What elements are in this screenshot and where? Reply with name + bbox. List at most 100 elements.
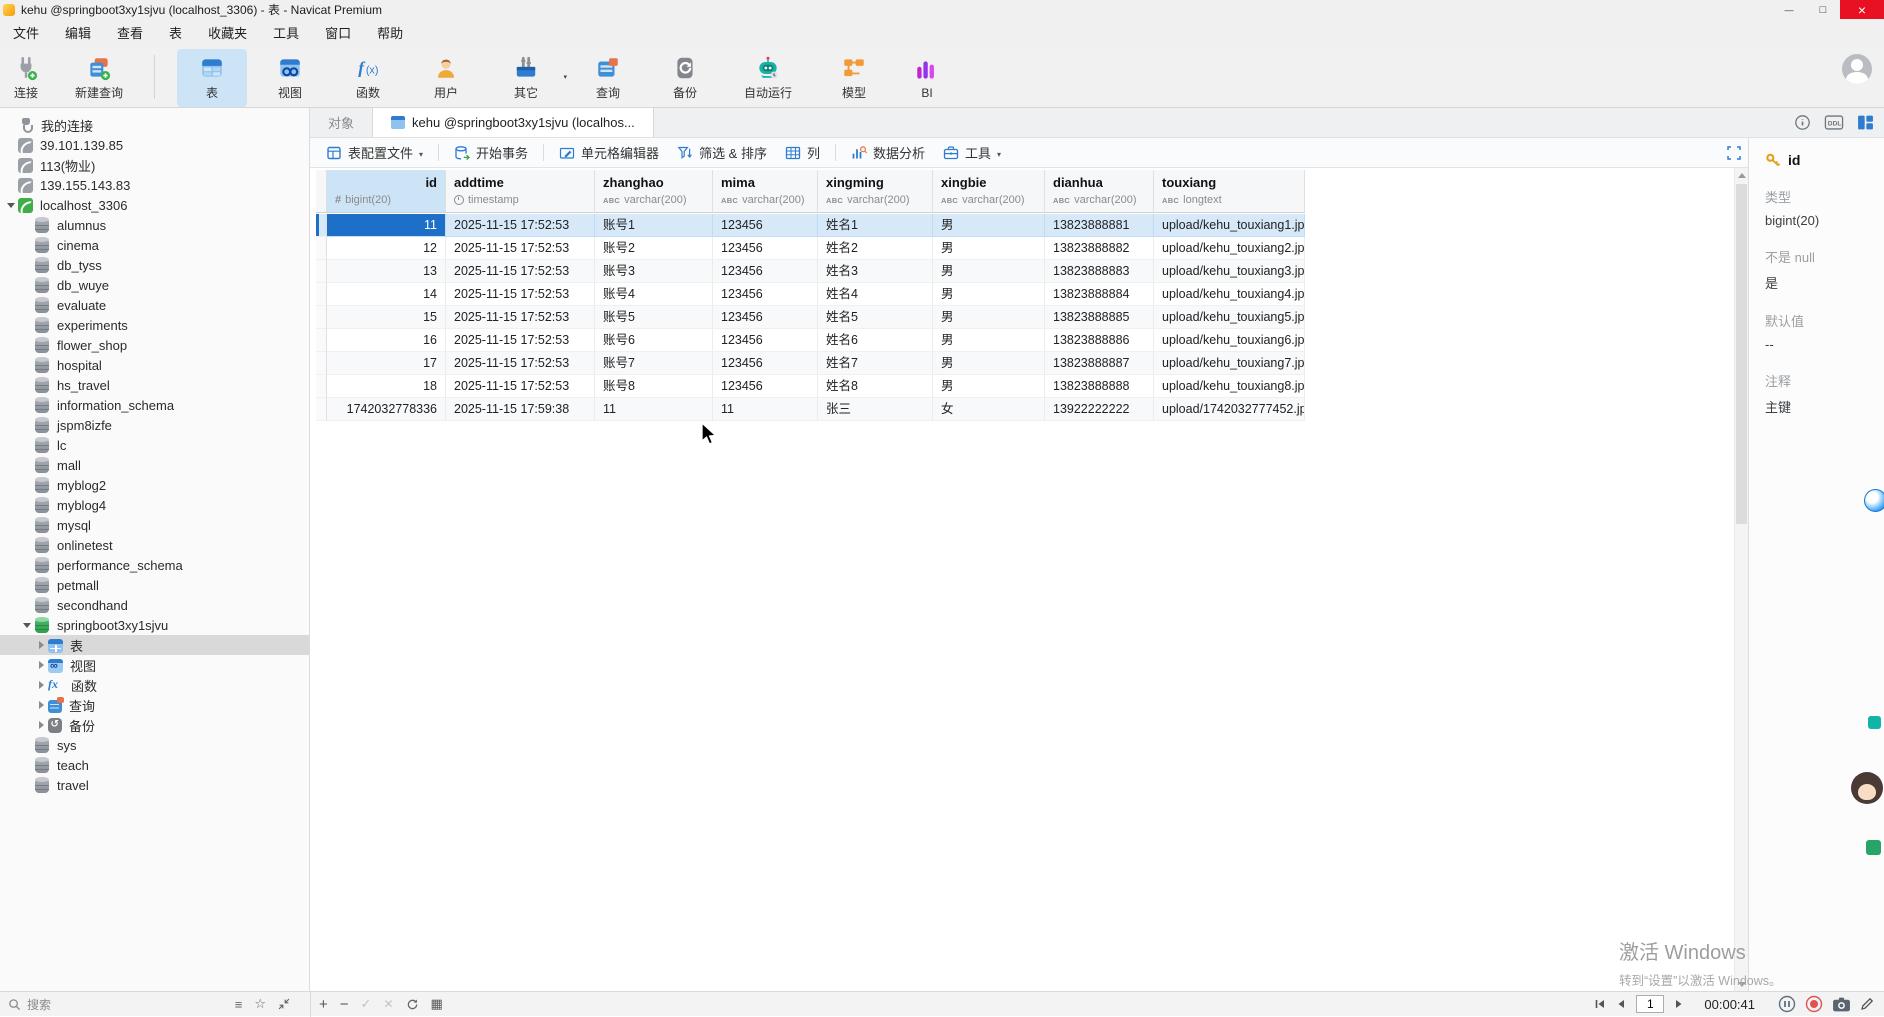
- cell-xingbie[interactable]: 男: [933, 352, 1045, 375]
- sidebar-item-database[interactable]: mysql: [0, 515, 309, 535]
- row-gutter[interactable]: [316, 375, 327, 398]
- others-button[interactable]: 其它 ▾: [489, 49, 563, 107]
- pause-icon[interactable]: [1778, 995, 1796, 1013]
- assistant-avatar[interactable]: [1851, 772, 1883, 804]
- row-gutter[interactable]: [316, 260, 327, 283]
- tables-button[interactable]: 表: [177, 49, 247, 107]
- cell-mima[interactable]: 123456: [713, 214, 818, 237]
- menu-edit[interactable]: 编辑: [52, 23, 104, 42]
- backup-button[interactable]: 备份: [651, 49, 719, 107]
- cell-xingbie[interactable]: 男: [933, 329, 1045, 352]
- favorites-star-icon[interactable]: [254, 996, 266, 1012]
- table-row[interactable]: 17420327783362025-11-15 17:59:381111张三女1…: [316, 398, 1305, 421]
- cell-touxiang[interactable]: upload/kehu_touxiang4.jpg: [1154, 283, 1305, 306]
- cell-xingming[interactable]: 姓名1: [818, 214, 933, 237]
- table-row[interactable]: 142025-11-15 17:52:53账号4123456姓名4男138238…: [316, 283, 1305, 306]
- row-gutter[interactable]: [316, 214, 327, 237]
- chevron-collapsed-icon[interactable]: [34, 721, 48, 729]
- column-header-dianhua[interactable]: dianhuavarchar(200): [1045, 170, 1154, 213]
- cell-zhanghao[interactable]: 11: [595, 398, 713, 421]
- columns-button[interactable]: 列: [777, 140, 828, 165]
- column-header-xingbie[interactable]: xingbievarchar(200): [933, 170, 1045, 213]
- cell-addtime[interactable]: 2025-11-15 17:52:53: [446, 375, 595, 398]
- begin-transaction-button[interactable]: 开始事务: [446, 140, 536, 165]
- sidebar-item-database[interactable]: hs_travel: [0, 375, 309, 395]
- cell-touxiang[interactable]: upload/1742032777452.jpg: [1154, 398, 1305, 421]
- sidebar-item-database[interactable]: travel: [0, 775, 309, 795]
- menu-view[interactable]: 查看: [104, 23, 156, 42]
- cell-zhanghao[interactable]: 账号7: [595, 352, 713, 375]
- table-row[interactable]: 112025-11-15 17:52:53账号1123456姓名1男138238…: [316, 214, 1305, 237]
- cell-touxiang[interactable]: upload/kehu_touxiang7.jpg: [1154, 352, 1305, 375]
- sidebar-item-tables[interactable]: 表: [0, 635, 309, 655]
- sidebar-item-database[interactable]: lc: [0, 435, 309, 455]
- cell-xingbie[interactable]: 男: [933, 283, 1045, 306]
- first-record-icon[interactable]: [1594, 998, 1606, 1010]
- grid-view-icon[interactable]: [431, 996, 443, 1012]
- edit-pencil-icon[interactable]: [1860, 997, 1874, 1011]
- cell-dianhua[interactable]: 13823888884: [1045, 283, 1154, 306]
- column-header-addtime[interactable]: addtimetimestamp: [446, 170, 595, 213]
- delete-record-icon[interactable]: [340, 996, 349, 1013]
- sidebar-search[interactable]: 搜索: [27, 996, 51, 1013]
- cell-mima[interactable]: 123456: [713, 329, 818, 352]
- cell-touxiang[interactable]: upload/kehu_touxiang1.jpg: [1154, 214, 1305, 237]
- cell-touxiang[interactable]: upload/kehu_touxiang8.jpg: [1154, 375, 1305, 398]
- sidebar-item-views[interactable]: 视图: [0, 655, 309, 675]
- grid-panel-icon[interactable]: [1857, 114, 1874, 131]
- menu-help[interactable]: 帮助: [364, 23, 416, 42]
- sidebar-item-database[interactable]: sys: [0, 735, 309, 755]
- filter-sort-button[interactable]: 筛选 & 排序: [669, 140, 775, 165]
- cell-dianhua[interactable]: 13823888885: [1045, 306, 1154, 329]
- cell-zhanghao[interactable]: 账号8: [595, 375, 713, 398]
- cell-xingbie[interactable]: 男: [933, 214, 1045, 237]
- cell-touxiang[interactable]: upload/kehu_touxiang2.jpg: [1154, 237, 1305, 260]
- sidebar-item-database[interactable]: jspm8izfe: [0, 415, 309, 435]
- camera-icon[interactable]: [1832, 997, 1851, 1012]
- cell-xingming[interactable]: 姓名3: [818, 260, 933, 283]
- discard-changes-icon[interactable]: [383, 997, 393, 1011]
- menu-window[interactable]: 窗口: [312, 23, 364, 42]
- cell-id[interactable]: 12: [327, 237, 446, 260]
- cell-addtime[interactable]: 2025-11-15 17:52:53: [446, 237, 595, 260]
- sidebar-item-database[interactable]: onlinetest: [0, 535, 309, 555]
- table-profile-button[interactable]: 表配置文件: [318, 140, 431, 165]
- sidebar-item-connection[interactable]: 139.155.143.83: [0, 175, 309, 195]
- grid-vertical-scrollbar[interactable]: [1734, 168, 1748, 991]
- chevron-expanded-icon[interactable]: [4, 203, 18, 208]
- sidebar-item-database[interactable]: mall: [0, 455, 309, 475]
- cell-id[interactable]: 14: [327, 283, 446, 306]
- cell-addtime[interactable]: 2025-11-15 17:52:53: [446, 260, 595, 283]
- cell-addtime[interactable]: 2025-11-15 17:59:38: [446, 398, 595, 421]
- model-button[interactable]: 模型: [819, 49, 889, 107]
- record-icon[interactable]: [1805, 995, 1823, 1013]
- column-header-xingming[interactable]: xingmingvarchar(200): [818, 170, 933, 213]
- sidebar-item-database[interactable]: hospital: [0, 355, 309, 375]
- sidebar-item-database[interactable]: teach: [0, 755, 309, 775]
- close-button[interactable]: [1840, 0, 1884, 19]
- bi-button[interactable]: BI: [897, 49, 957, 107]
- cell-dianhua[interactable]: 13823888881: [1045, 214, 1154, 237]
- table-row[interactable]: 132025-11-15 17:52:53账号3123456姓名3男138238…: [316, 260, 1305, 283]
- cell-id[interactable]: 18: [327, 375, 446, 398]
- cell-mima[interactable]: 123456: [713, 260, 818, 283]
- cell-id[interactable]: 17: [327, 352, 446, 375]
- cell-mima[interactable]: 123456: [713, 237, 818, 260]
- menu-file[interactable]: 文件: [0, 23, 52, 42]
- menu-table[interactable]: 表: [156, 23, 195, 42]
- cell-addtime[interactable]: 2025-11-15 17:52:53: [446, 352, 595, 375]
- cell-addtime[interactable]: 2025-11-15 17:52:53: [446, 283, 595, 306]
- cell-zhanghao[interactable]: 账号5: [595, 306, 713, 329]
- apply-changes-icon[interactable]: [361, 996, 372, 1012]
- users-button[interactable]: 用户: [411, 49, 481, 107]
- sidebar-item-database[interactable]: alumnus: [0, 215, 309, 235]
- connection-button[interactable]: 连接: [0, 49, 52, 107]
- filter-icon[interactable]: [235, 997, 243, 1012]
- cell-id[interactable]: 13: [327, 260, 446, 283]
- scroll-up-icon[interactable]: [1735, 168, 1748, 182]
- views-button[interactable]: 视图: [255, 49, 325, 107]
- cell-xingbie[interactable]: 男: [933, 260, 1045, 283]
- chevron-collapsed-icon[interactable]: [34, 661, 48, 669]
- cell-addtime[interactable]: 2025-11-15 17:52:53: [446, 306, 595, 329]
- user-avatar[interactable]: [1842, 54, 1872, 84]
